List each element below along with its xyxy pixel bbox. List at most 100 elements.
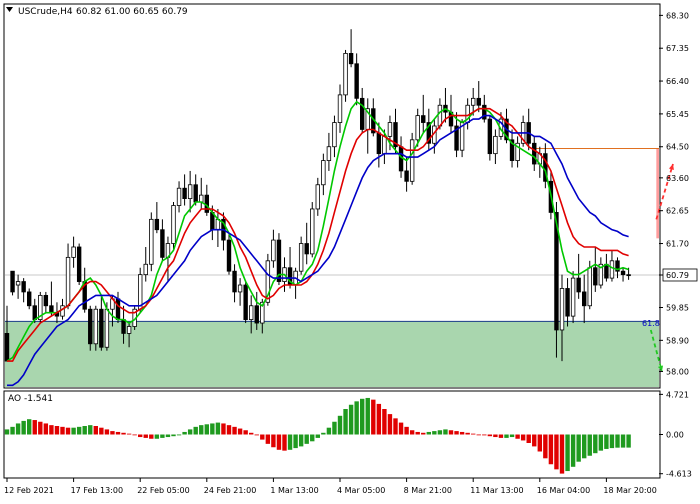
oscillator-bar	[265, 434, 271, 444]
candle-body	[232, 270, 237, 293]
oscillator-bar	[437, 430, 443, 435]
oscillator-bar	[154, 434, 160, 439]
candle-body	[321, 160, 326, 186]
candle-body	[171, 205, 176, 244]
candle-body	[343, 52, 348, 96]
price-tick-label: 58.00	[666, 367, 689, 376]
candle-body	[187, 184, 193, 199]
candle-body	[10, 270, 15, 293]
price-tick-label: 63.60	[666, 174, 689, 183]
oscillator-bar	[365, 397, 370, 435]
oscillator-bar	[49, 425, 54, 435]
candle-body	[137, 274, 143, 310]
candle-body	[487, 118, 493, 155]
price-tick-label: 66.40	[666, 77, 689, 86]
oscillator-bar	[88, 425, 93, 435]
oscillator-bar	[532, 434, 537, 447]
candle-body	[421, 115, 426, 123]
oscillator-bar	[459, 431, 465, 435]
oscillator-bar	[504, 434, 509, 438]
oscillator-bar	[593, 434, 598, 454]
candle-body	[121, 319, 126, 334]
candle-body	[326, 146, 332, 161]
oscillator-bar	[565, 434, 570, 472]
oscillator-tick-label: 4.721	[666, 390, 689, 399]
oscillator-bar	[348, 404, 354, 435]
oscillator-bar	[149, 434, 154, 439]
oscillator-bar	[304, 434, 309, 444]
price-tick-label: 64.50	[666, 143, 689, 152]
oscillator-tick-label: -4.613	[666, 470, 692, 479]
time-tick-label: 8 Mar 21:00	[404, 486, 452, 495]
oscillator-bar	[132, 434, 137, 436]
oscillator-bar	[187, 429, 193, 435]
oscillator-bar	[110, 431, 115, 435]
oscillator-bar	[493, 434, 498, 438]
candle-body	[626, 274, 631, 277]
candle-body	[310, 208, 315, 255]
oscillator-bar	[271, 434, 276, 448]
oscillator-bar	[371, 399, 376, 435]
oscillator-bar	[43, 423, 49, 435]
oscillator-bar	[609, 434, 615, 449]
candle-body	[354, 63, 359, 99]
oscillator-bar	[126, 433, 132, 435]
candle-body	[398, 146, 404, 172]
oscillator-bar	[176, 434, 182, 436]
candle-body	[559, 288, 565, 331]
candle-body	[254, 305, 259, 324]
oscillator-bar	[354, 401, 359, 435]
price-tick-label: 58.90	[666, 336, 689, 345]
candle-body	[65, 256, 71, 307]
oscillator-bar	[82, 426, 87, 435]
oscillator-bar	[582, 434, 587, 459]
candle-body	[437, 104, 443, 127]
oscillator-bar	[409, 430, 415, 435]
oscillator-bar	[426, 431, 431, 435]
oscillator-bar	[415, 431, 420, 435]
candle-body	[21, 281, 26, 293]
candle-body	[193, 184, 198, 203]
oscillator-bar	[337, 415, 343, 435]
oscillator-bar	[121, 432, 126, 435]
price-tick-label: 67.35	[666, 44, 689, 53]
time-tick-label: 4 Mar 05:00	[337, 486, 385, 495]
candle-body	[237, 284, 243, 293]
oscillator-bar	[570, 434, 576, 467]
candle-body	[604, 263, 609, 279]
oscillator-bar	[38, 421, 43, 435]
oscillator-bar	[343, 409, 348, 435]
oscillator-bar	[93, 426, 98, 435]
oscillator-bar	[326, 427, 332, 435]
oscillator-bar	[515, 434, 520, 439]
oscillator-bar	[293, 434, 298, 449]
candle-body	[387, 122, 393, 137]
oscillator-bar	[387, 414, 393, 435]
oscillator-bar	[27, 419, 32, 435]
candle-body	[93, 308, 98, 345]
oscillator-bar	[543, 434, 548, 459]
ohlc-readout: 60.82 61.00 60.65 60.79	[76, 7, 188, 17]
candle-body	[620, 270, 626, 276]
candle-body	[570, 277, 576, 317]
symbol-title: USCrude,H4	[18, 7, 73, 17]
candle-body	[404, 170, 409, 182]
candle-body	[337, 94, 343, 123]
oscillator-bar	[287, 434, 293, 450]
oscillator-bar	[554, 434, 559, 470]
oscillator-bar	[393, 418, 398, 435]
time-tick-label: 16 Mar 04:00	[537, 486, 590, 495]
oscillator-bar	[115, 431, 121, 435]
price-tick-label: 68.30	[666, 11, 689, 20]
oscillator-bar	[526, 434, 531, 443]
time-tick-label: 22 Feb 05:00	[137, 486, 189, 495]
oscillator-bar	[598, 434, 604, 451]
price-tick-label: 62.65	[666, 207, 689, 216]
candle-body	[593, 267, 598, 286]
candle-body	[298, 243, 304, 272]
oscillator-bar	[99, 427, 104, 435]
oscillator-bar	[199, 425, 204, 435]
oscillator-bar	[498, 434, 504, 438]
oscillator-bar	[443, 429, 448, 435]
candle-body	[582, 291, 587, 307]
